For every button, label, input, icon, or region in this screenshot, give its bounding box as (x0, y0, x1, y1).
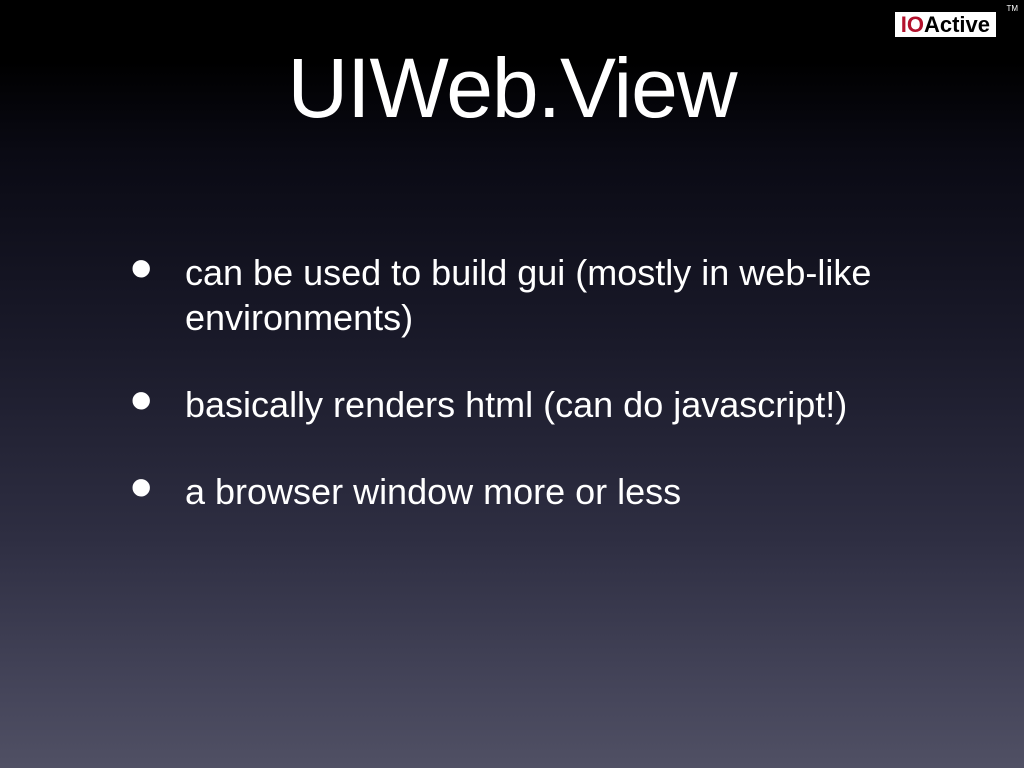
trademark-symbol: TM (1006, 4, 1018, 13)
brand-logo-part2: Active (924, 12, 990, 37)
list-item: • a browser window more or less (130, 469, 934, 514)
bullet-text: a browser window more or less (185, 471, 681, 512)
list-item: • can be used to build gui (mostly in we… (130, 250, 934, 340)
bullet-text: can be used to build gui (mostly in web-… (185, 252, 871, 338)
brand-logo-part1: IO (901, 12, 924, 37)
list-item: • basically renders html (can do javascr… (130, 382, 934, 427)
slide-title: UIWeb.View (0, 40, 1024, 137)
bullet-icon: • (130, 455, 152, 519)
bullet-icon: • (130, 368, 152, 432)
bullet-icon: • (130, 236, 152, 300)
bullet-text: basically renders html (can do javascrip… (185, 384, 847, 425)
bullet-list: • can be used to build gui (mostly in we… (130, 250, 934, 556)
brand-logo-box: IOActive (895, 12, 996, 37)
